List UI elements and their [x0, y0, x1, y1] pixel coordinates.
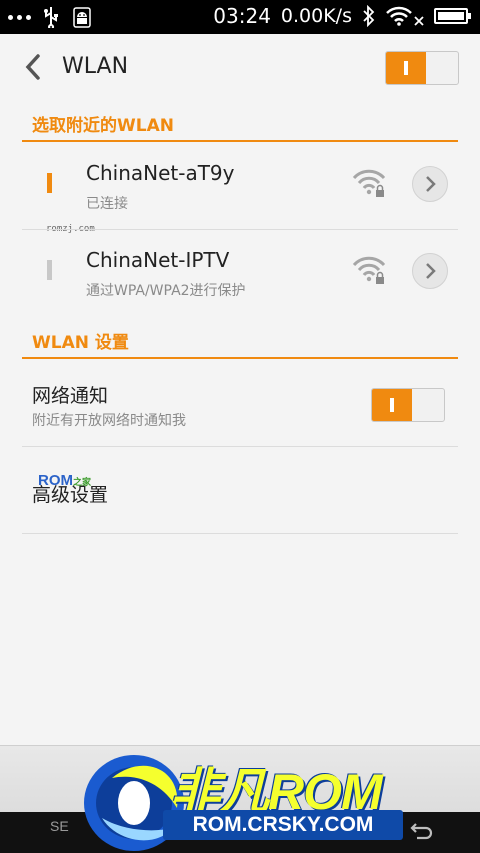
network-row-1[interactable]: ChinaNet-aT9y 已连接: [22, 143, 458, 229]
battery-icon: [434, 8, 471, 24]
status-right: 03:24 0.00K/s: [213, 4, 471, 28]
status-bar: 03:24 0.00K/s: [0, 0, 480, 34]
status-left: [8, 5, 93, 29]
network-row-2[interactable]: ChinaNet-IPTV 通过WPA/WPA2进行保护: [22, 230, 458, 316]
notify-toggle[interactable]: [371, 388, 445, 422]
android-debug-icon: [73, 7, 91, 28]
clock: 03:24: [213, 4, 271, 28]
network-name: ChinaNet-aT9y: [86, 161, 235, 185]
section-title-settings: WLAN 设置: [32, 333, 129, 353]
row-divider: [22, 533, 458, 534]
network-details-button[interactable]: [412, 166, 448, 202]
chevron-left-icon[interactable]: [22, 52, 44, 82]
chevron-right-icon: [426, 263, 436, 279]
rom-watermark-small: 之家: [73, 477, 92, 487]
notify-title: 网络通知: [32, 385, 109, 407]
notify-subtitle: 附近有开放网络时通知我: [32, 413, 186, 429]
rom-watermark: ROM之家: [38, 472, 91, 489]
rom-watermark-text: ROM: [38, 472, 73, 489]
row-divider: [22, 446, 458, 447]
brand-logo-url: ROM.CRSKY.COM: [163, 810, 403, 840]
wlan-toggle[interactable]: [385, 51, 459, 85]
network-status: 已连接: [86, 196, 128, 212]
usb-icon: [44, 7, 58, 28]
network-status: 通过WPA/WPA2进行保护: [86, 283, 246, 299]
network-speed: 0.00K/s: [280, 5, 352, 27]
bluetooth-icon: [363, 5, 375, 27]
signal-indicator-inactive: [47, 260, 52, 280]
section-divider: [22, 357, 458, 359]
wifi-icon: [386, 6, 412, 26]
wifi-lock-icon: [352, 169, 386, 197]
nav-left-text: SE: [50, 818, 69, 834]
network-details-button[interactable]: [412, 253, 448, 289]
section-divider: [22, 140, 458, 142]
close-icon: [414, 16, 424, 26]
more-dots-icon: [8, 6, 31, 28]
network-name: ChinaNet-IPTV: [86, 248, 230, 272]
signal-indicator-active: [47, 173, 52, 193]
section-title-nearby: 选取附近的WLAN: [32, 116, 174, 136]
wifi-lock-icon: [352, 256, 386, 284]
chevron-right-icon: [426, 176, 436, 192]
toggle-on-indicator: [372, 389, 412, 421]
toggle-on-indicator: [386, 52, 426, 84]
header: WLAN: [0, 34, 480, 102]
page-title: WLAN: [62, 54, 129, 79]
